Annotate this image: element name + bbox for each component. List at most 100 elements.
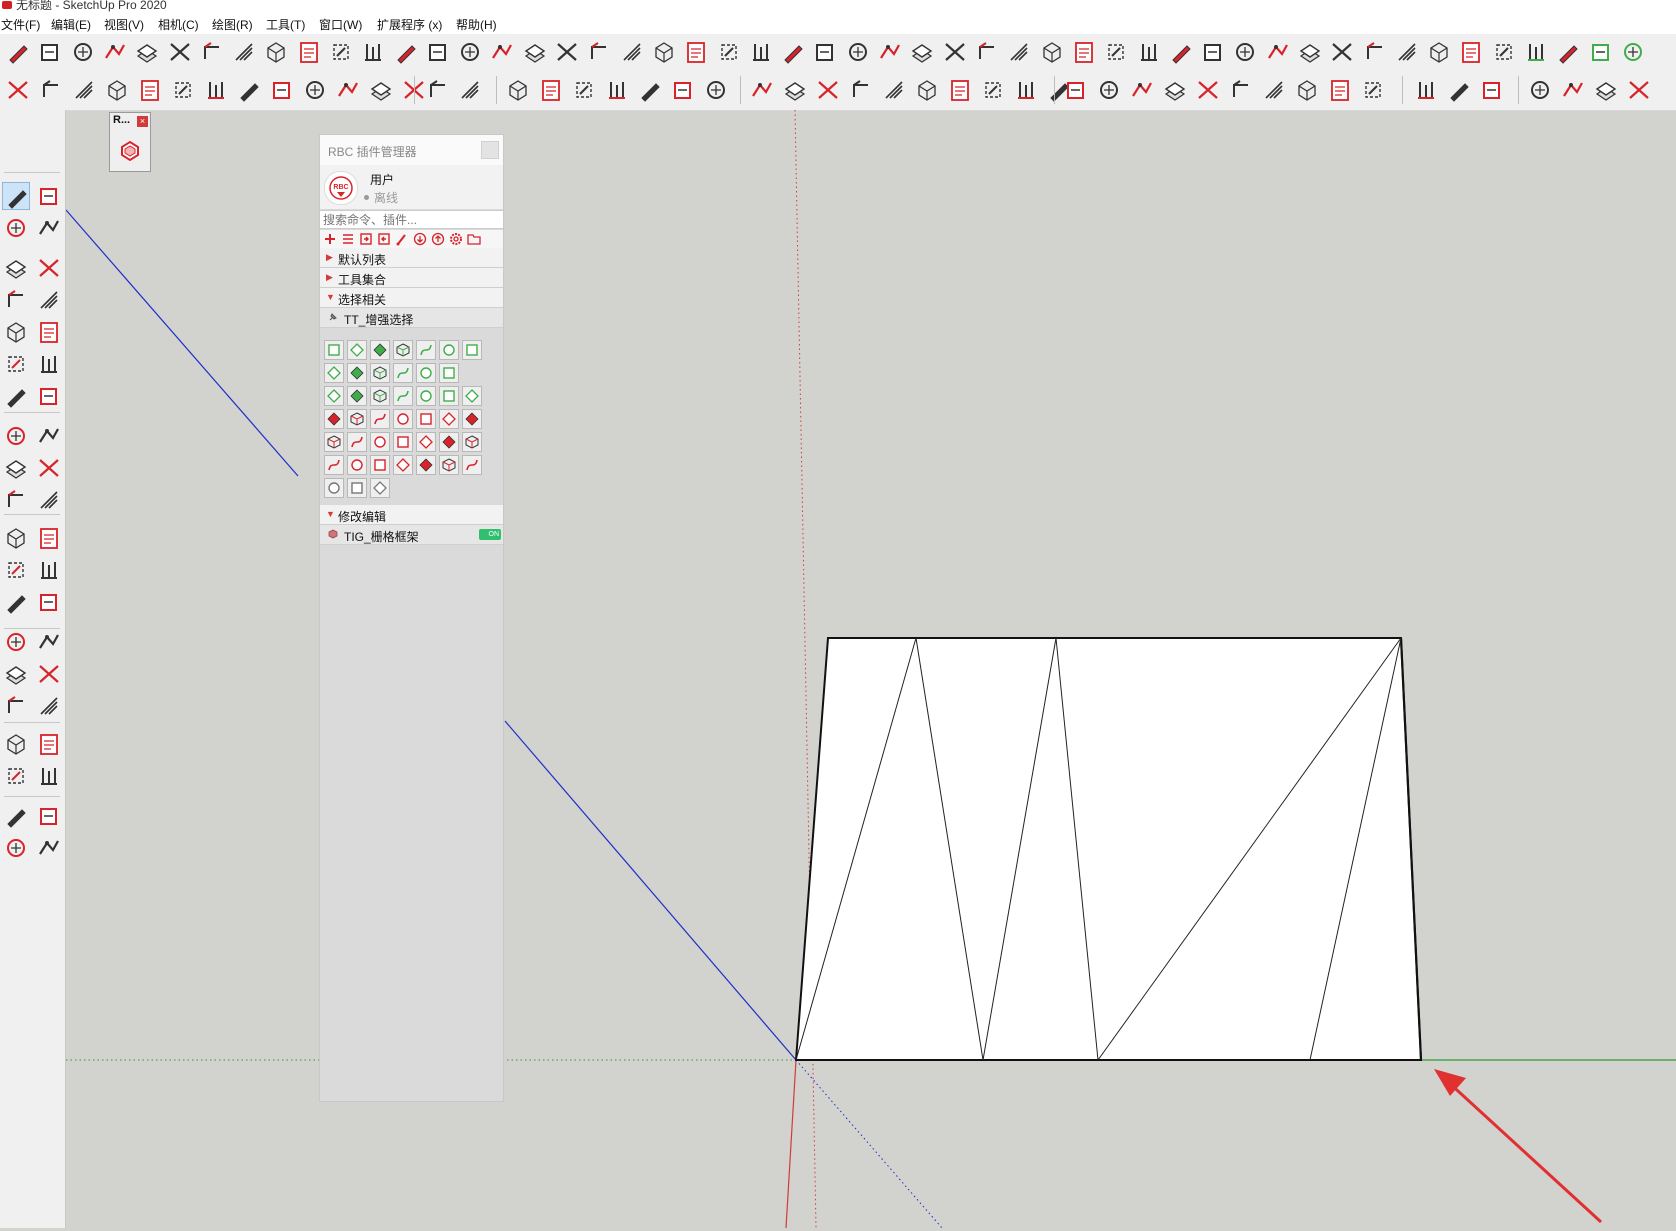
toolbar2-tool-20-button[interactable] — [636, 76, 664, 104]
model-canvas[interactable] — [65, 109, 1676, 1229]
toolbar1-tool-2-button[interactable] — [36, 38, 64, 66]
toolbar1-tool-9-button[interactable] — [262, 38, 290, 66]
toolbar1-tool-33-button[interactable] — [1038, 38, 1066, 66]
left-tool-19-button[interactable] — [2, 486, 30, 514]
toolbar2-tool-42-button[interactable] — [1359, 76, 1387, 104]
tt-tool-button[interactable] — [462, 455, 482, 475]
left-tool-32-button[interactable] — [35, 692, 63, 720]
tt-tool-button[interactable] — [439, 363, 459, 383]
toolbar1-tool-40-button[interactable] — [1264, 38, 1292, 66]
left-tool-17-button[interactable] — [2, 454, 30, 482]
toolbar1-tool-5-button[interactable] — [133, 38, 161, 66]
tt-tool-button[interactable] — [462, 386, 482, 406]
left-tool-36-button[interactable] — [35, 762, 63, 790]
tt-tool-button[interactable] — [347, 340, 367, 360]
left-tool-9-button[interactable] — [2, 318, 30, 346]
toolbar2-tool-40-button[interactable] — [1293, 76, 1321, 104]
toolbar1-tool-29-button[interactable] — [908, 38, 936, 66]
download-icon[interactable] — [413, 232, 427, 246]
menu-extensions[interactable]: 扩展程序 (x) — [377, 16, 442, 33]
toolbar2-tool-5-button[interactable] — [136, 76, 164, 104]
toolbar1-tool-4-button[interactable] — [101, 38, 129, 66]
tt-tool-button[interactable] — [416, 386, 436, 406]
left-tool-25-button[interactable] — [2, 588, 30, 616]
toolbar2-tool-28-button[interactable] — [913, 76, 941, 104]
tt-tool-button[interactable] — [416, 432, 436, 452]
toolbar1-tool-16-button[interactable] — [488, 38, 516, 66]
tt-tool-button[interactable] — [416, 340, 436, 360]
tt-tool-button[interactable] — [439, 409, 459, 429]
settings-icon[interactable] — [449, 232, 463, 246]
menu-window[interactable]: 窗口(W) — [319, 16, 362, 33]
toolbar2-tool-2-button[interactable] — [37, 76, 65, 104]
toolbar1-tool-42-button[interactable] — [1328, 38, 1356, 66]
toolbar2-tool-4-button[interactable] — [103, 76, 131, 104]
toolbar2-tool-26-button[interactable] — [847, 76, 875, 104]
toolbar1-tool-37-button[interactable] — [1167, 38, 1195, 66]
toolbar1-tool-10-button[interactable] — [295, 38, 323, 66]
tt-tool-button[interactable] — [462, 340, 482, 360]
toolbar2-tool-8-button[interactable] — [235, 76, 263, 104]
left-tool-16-button[interactable] — [35, 422, 63, 450]
tt-tool-button[interactable] — [347, 409, 367, 429]
export-icon[interactable] — [359, 232, 373, 246]
toolbar1-tool-32-button[interactable] — [1005, 38, 1033, 66]
tt-tool-button[interactable] — [462, 409, 482, 429]
section-default-list[interactable]: ▶ 默认列表 — [320, 248, 503, 268]
brush-icon[interactable] — [395, 232, 409, 246]
tt-tool-button[interactable] — [370, 455, 390, 475]
tt-tool-button[interactable] — [324, 409, 344, 429]
tt-tool-button[interactable] — [370, 432, 390, 452]
tt-tool-button[interactable] — [370, 409, 390, 429]
left-tool-21-button[interactable] — [2, 524, 30, 552]
panel-close-button[interactable] — [481, 141, 499, 159]
left-tool-27-button[interactable] — [2, 628, 30, 656]
left-tool-8-button[interactable] — [35, 286, 63, 314]
toolbar2-tool-38-button[interactable] — [1227, 76, 1255, 104]
toolbar2-tool-16-button[interactable] — [504, 76, 532, 104]
tt-tool-button[interactable] — [370, 363, 390, 383]
toolbar1-tool-43-button[interactable] — [1361, 38, 1389, 66]
toolbar2-tool-27-button[interactable] — [880, 76, 908, 104]
tt-tool-button[interactable] — [347, 455, 367, 475]
toolbar2-tool-18-button[interactable] — [570, 76, 598, 104]
model-face[interactable] — [794, 637, 1423, 1061]
toolbar2-tool-48-button[interactable] — [1592, 76, 1620, 104]
tt-tool-button[interactable] — [370, 340, 390, 360]
import-icon[interactable] — [377, 232, 391, 246]
toolbar1-tool-31-button[interactable] — [973, 38, 1001, 66]
toolbar2-tool-14-button[interactable] — [424, 76, 452, 104]
left-tool-33-button[interactable] — [2, 730, 30, 758]
plugin-search-input[interactable] — [320, 210, 503, 229]
menu-help[interactable]: 帮助(H) — [456, 16, 497, 33]
tt-tool-button[interactable] — [347, 478, 367, 498]
toolbar2-tool-36-button[interactable] — [1161, 76, 1189, 104]
toolbar1-tool-14-button[interactable] — [424, 38, 452, 66]
left-tool-15-button[interactable] — [2, 422, 30, 450]
tt-tool-button[interactable] — [462, 432, 482, 452]
section-tool-collection[interactable]: ▶ 工具集合 — [320, 268, 503, 288]
toolbar1-tool-27-button[interactable] — [844, 38, 872, 66]
toolbar1-tool-12-button[interactable] — [359, 38, 387, 66]
menu-draw[interactable]: 绘图(R) — [212, 16, 253, 33]
toolbar1-tool-8-button[interactable] — [230, 38, 258, 66]
toolbar2-tool-46-button[interactable] — [1526, 76, 1554, 104]
toolbar1-tool-36-button[interactable] — [1135, 38, 1163, 66]
tt-tool-button[interactable] — [393, 432, 413, 452]
toolbar2-tool-12-button[interactable] — [367, 76, 395, 104]
tt-tool-button[interactable] — [393, 409, 413, 429]
toolbar1-tool-34-button[interactable] — [1070, 38, 1098, 66]
toolbar2-tool-44-button[interactable] — [1445, 76, 1473, 104]
tt-tool-button[interactable] — [393, 386, 413, 406]
left-tool-22-button[interactable] — [35, 524, 63, 552]
left-tool-4-button[interactable] — [35, 214, 63, 242]
toolbar1-tool-41-button[interactable] — [1296, 38, 1324, 66]
left-tool-6-button[interactable] — [35, 254, 63, 282]
plugin-enable-toggle[interactable]: ON — [479, 529, 501, 540]
toolbar1-tool-25-button[interactable] — [779, 38, 807, 66]
toolbar2-tool-24-button[interactable] — [781, 76, 809, 104]
toolbar2-tool-21-button[interactable] — [669, 76, 697, 104]
tt-tool-button[interactable] — [324, 455, 344, 475]
toolbar1-tool-38-button[interactable] — [1199, 38, 1227, 66]
tt-tool-button[interactable] — [393, 455, 413, 475]
